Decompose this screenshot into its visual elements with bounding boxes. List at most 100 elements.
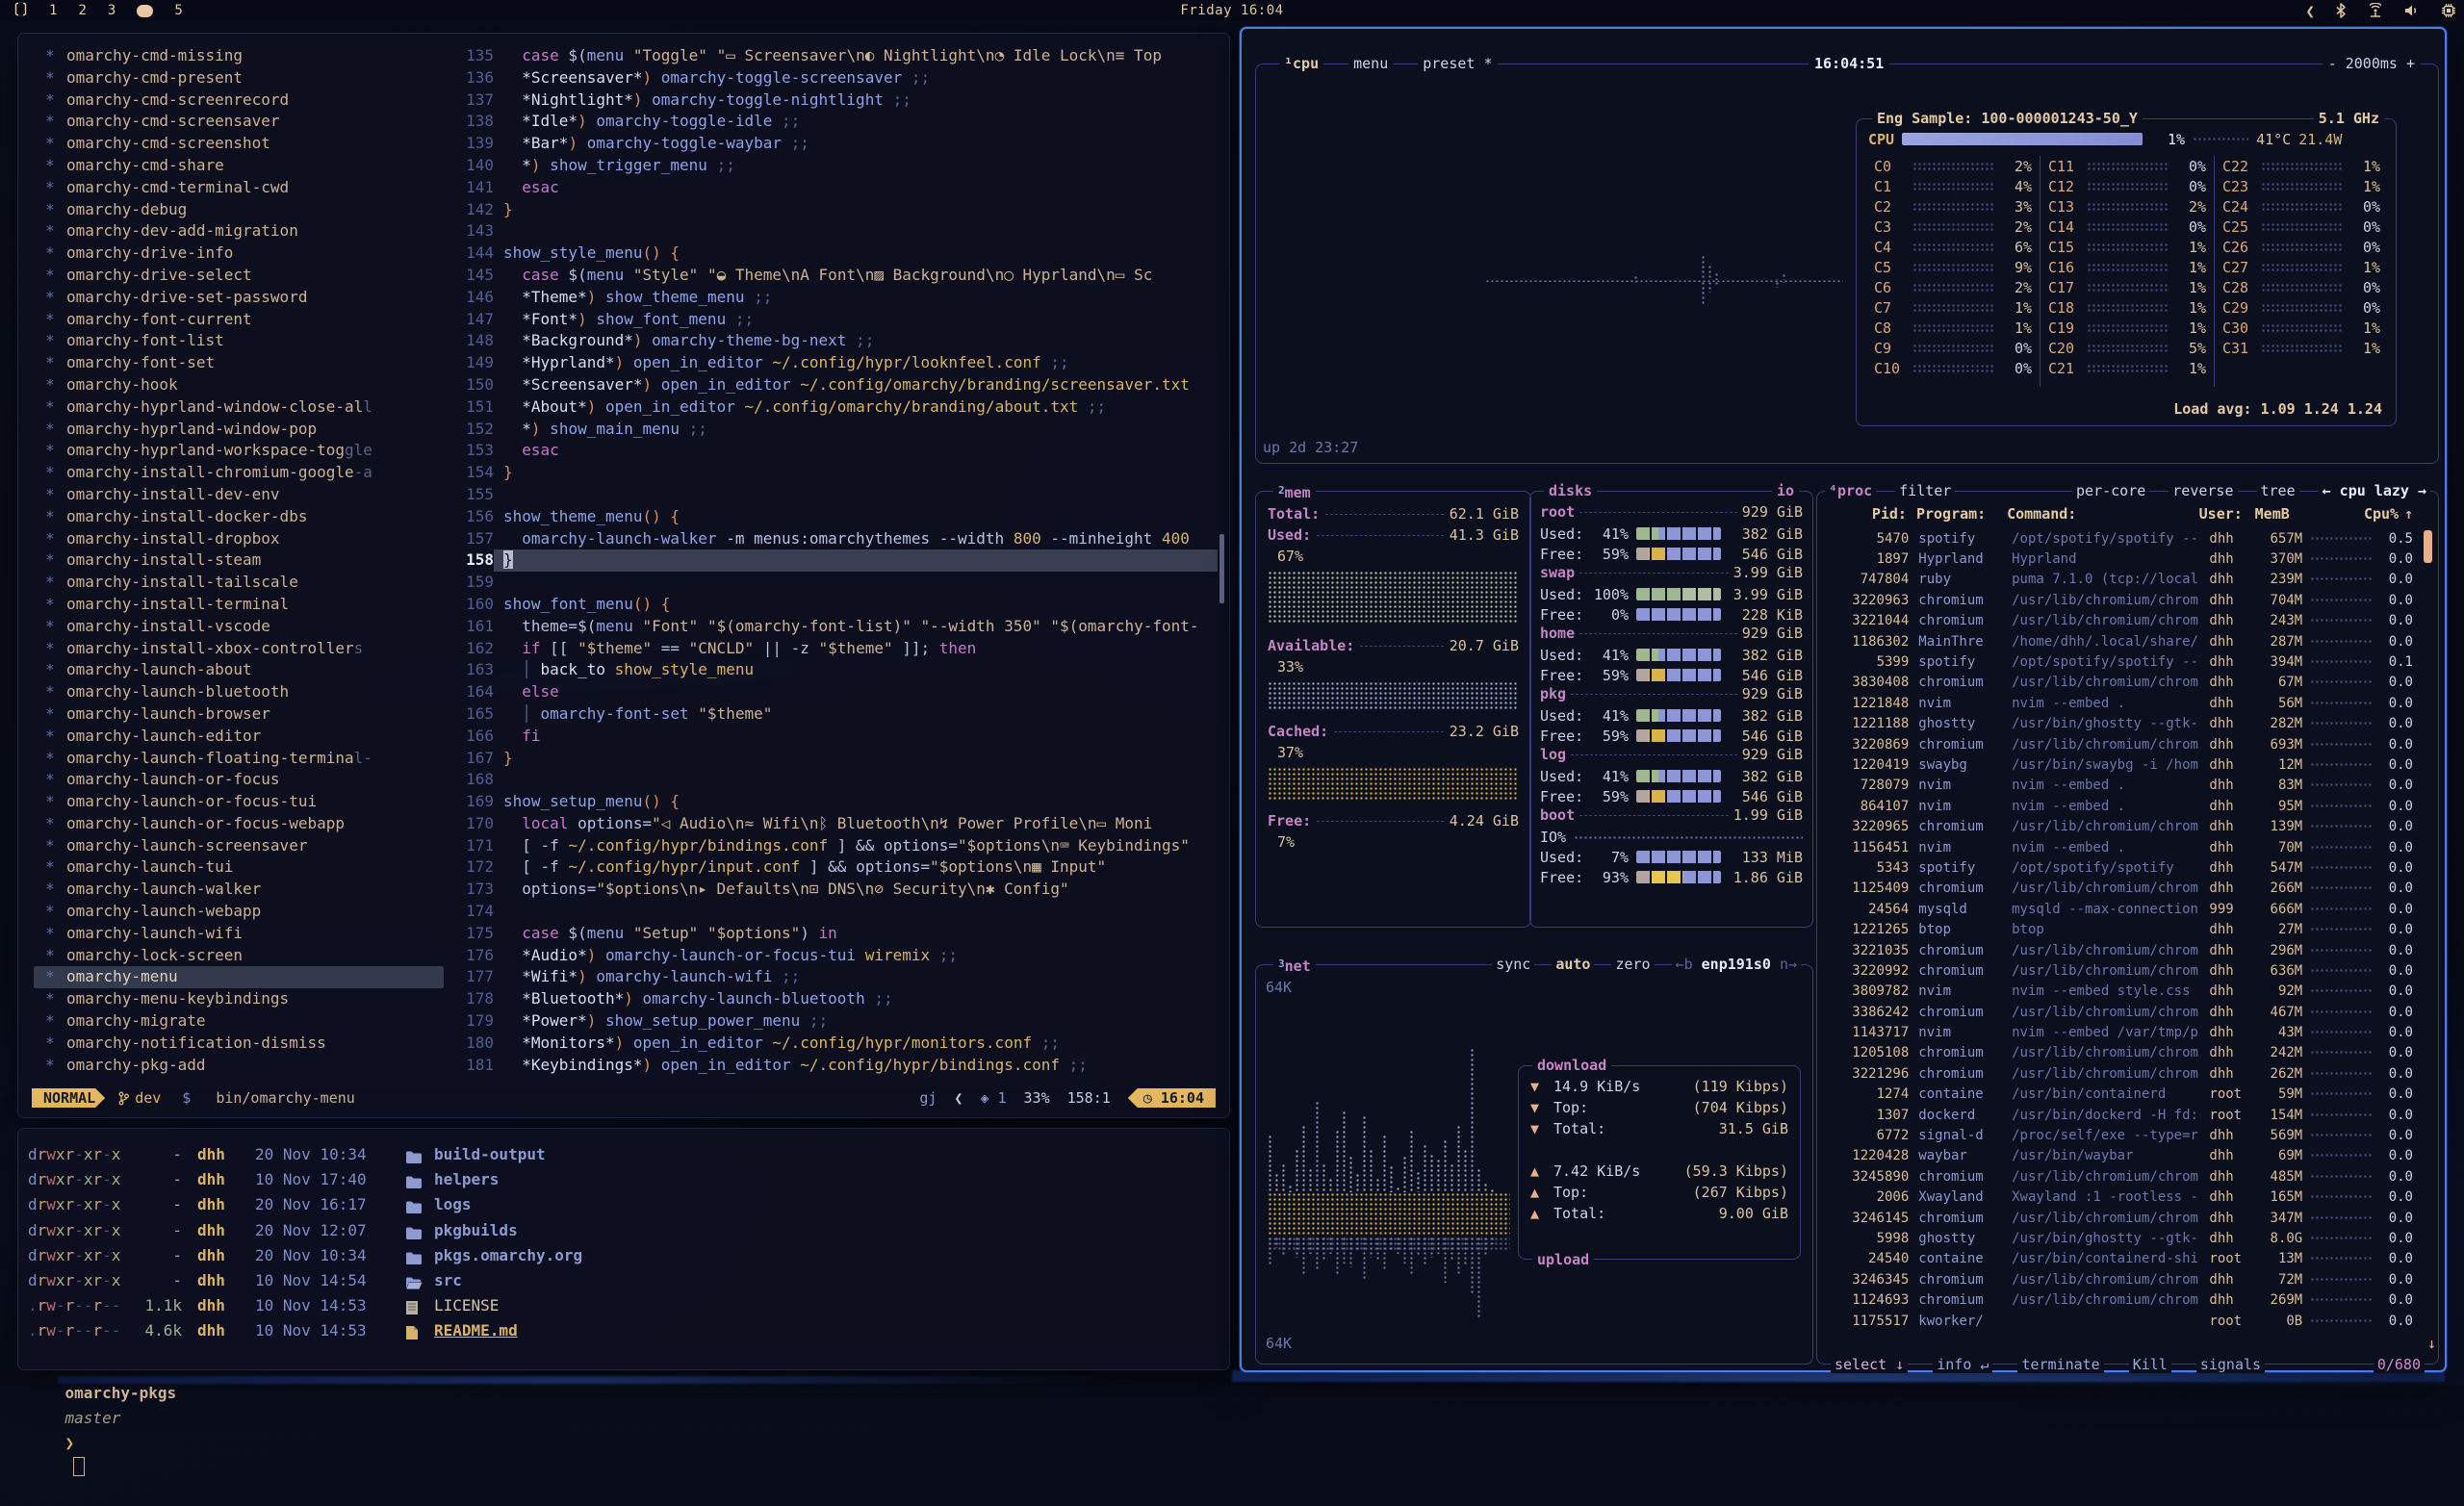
proc-action-select[interactable]: select ↓	[1831, 1356, 1908, 1373]
process-row[interactable]: 3220869chromium/usr/lib/chromium/chromdh…	[1829, 734, 2413, 754]
file-tree-item[interactable]: *omarchy-launch-walker	[34, 879, 444, 901]
file-tree-item[interactable]: *omarchy-lock-screen	[34, 945, 444, 967]
file-tree-item[interactable]: *omarchy-drive-set-password	[34, 287, 444, 309]
file-tree-item[interactable]: *omarchy-drive-select	[34, 265, 444, 287]
file-tree-item[interactable]: *omarchy-install-terminal	[34, 594, 444, 616]
file-tree-item[interactable]: *omarchy-cmd-screensaver	[34, 111, 444, 133]
editor-scrollbar[interactable]	[1219, 534, 1224, 603]
proc-title[interactable]: ⁴proc	[1825, 482, 1876, 499]
proc-sort-selector[interactable]: ← cpu lazy →	[2319, 482, 2430, 499]
col-user[interactable]: User:	[2199, 505, 2243, 525]
readme-link[interactable]: README.md	[434, 1318, 518, 1343]
file-tree-item[interactable]: *omarchy-install-dropbox	[34, 528, 444, 550]
scroll-down-icon[interactable]: ↓	[2427, 1335, 2436, 1352]
tab-cpu[interactable]: ¹cpu	[1279, 55, 1323, 72]
file-tree-item[interactable]: *omarchy-cmd-terminal-cwd	[34, 177, 444, 199]
proc-action-terminate[interactable]: terminate	[2017, 1356, 2103, 1373]
io-tab[interactable]: io	[1772, 482, 1799, 499]
file-tree-item[interactable]: *omarchy-launch-floating-terminal-	[34, 748, 444, 770]
col-cpu[interactable]: Cpu%	[2364, 505, 2399, 525]
net-auto-button[interactable]: auto	[1552, 956, 1594, 973]
process-row[interactable]: 1156451nvimnvim --embed .dhh70M0.0	[1829, 837, 2413, 857]
process-row[interactable]: 1124693chromium/usr/lib/chromium/chromdh…	[1829, 1289, 2413, 1310]
file-tree-item[interactable]: *omarchy-menu-keybindings	[34, 988, 444, 1010]
network-icon[interactable]	[2367, 3, 2384, 18]
disks-title[interactable]: disks	[1544, 482, 1597, 499]
file-tree-item[interactable]: *omarchy-launch-webapp	[34, 901, 444, 923]
file-tree-item[interactable]: *omarchy-cmd-screenrecord	[34, 89, 444, 112]
process-row[interactable]: 1221265btopbtopdhh27M0.0	[1829, 919, 2413, 939]
file-tree-item[interactable]: *omarchy-font-current	[34, 309, 444, 331]
proc-action-signals[interactable]: signals	[2196, 1356, 2265, 1373]
process-row[interactable]: 1143717nvimnvim --embed /var/tmp/pdhh43M…	[1829, 1022, 2413, 1042]
process-row[interactable]: 5343spotify/opt/spotify/spotifydhh547M0.…	[1829, 857, 2413, 878]
file-tree-item[interactable]: *omarchy-cmd-screenshot	[34, 133, 444, 155]
file-tree-item[interactable]: *omarchy-launch-browser	[34, 703, 444, 726]
process-row[interactable]: 1220419swaybg/usr/bin/swaybg -i /homdhh1…	[1829, 754, 2413, 775]
file-tree-item[interactable]: *omarchy-cmd-share	[34, 155, 444, 177]
process-row[interactable]: 6772signal-d/proc/self/exe --type=rdhh56…	[1829, 1125, 2413, 1145]
process-row[interactable]: 3220965chromium/usr/lib/chromium/chromdh…	[1829, 816, 2413, 836]
file-tree-item[interactable]: *omarchy-launch-or-focus-tui	[34, 791, 444, 813]
file-tree-item[interactable]: *omarchy-hyprland-workspace-toggle	[34, 440, 444, 462]
process-row[interactable]: 1897HyprlandHyprlanddhh370M0.0	[1829, 549, 2413, 569]
file-tree-item[interactable]: *omarchy-font-list	[34, 330, 444, 352]
file-tree-item[interactable]: *omarchy-cmd-present	[34, 67, 444, 89]
file-tree-item[interactable]: *omarchy-notification-dismiss	[34, 1033, 444, 1055]
net-interface[interactable]: ←b enp191s0 n→	[1672, 956, 1801, 973]
process-row[interactable]: 1175517kworker/root0B0.0	[1829, 1311, 2413, 1331]
file-tree-item[interactable]: *omarchy-drive-info	[34, 242, 444, 265]
process-row[interactable]: 5470spotify/opt/spotify/spotify --dhh657…	[1829, 528, 2413, 549]
file-tree-item[interactable]: *omarchy-install-vscode	[34, 616, 444, 638]
chip-icon[interactable]	[2441, 3, 2456, 18]
process-row[interactable]: 1186302MainThre/home/dhh/.local/share/dh…	[1829, 631, 2413, 651]
process-row[interactable]: 24564mysqldmysqld --max-connection999666…	[1829, 899, 2413, 919]
process-row[interactable]: 3809782nvimnvim --embed style.cssdhh92M0…	[1829, 982, 2413, 1002]
code-pane[interactable]: case $(menu "Toggle" "▭ Screensaver\n◐ N…	[503, 45, 1219, 1076]
proc-tree-button[interactable]: tree	[2257, 482, 2299, 499]
process-row[interactable]: 3221296chromium/usr/lib/chromium/chromdh…	[1829, 1063, 2413, 1084]
process-row[interactable]: 3830408chromium/usr/lib/chromium/chromdh…	[1829, 673, 2413, 693]
file-tree-item[interactable]: *omarchy-hook	[34, 374, 444, 396]
process-row[interactable]: 3221044chromium/usr/lib/chromium/chromdh…	[1829, 611, 2413, 631]
process-row[interactable]: 3245890chromium/usr/lib/chromium/chromdh…	[1829, 1166, 2413, 1187]
process-row[interactable]: 1205108chromium/usr/lib/chromium/chromdh…	[1829, 1043, 2413, 1063]
proc-percore-button[interactable]: per-core	[2072, 482, 2149, 499]
process-row[interactable]: 1274containe/usr/bin/containerdroot59M0.…	[1829, 1085, 2413, 1105]
file-tree-item[interactable]: *omarchy-launch-screensaver	[34, 835, 444, 857]
col-pid[interactable]: Pid:	[1829, 505, 1907, 525]
file-tree-item[interactable]: *omarchy-launch-or-focus-webapp	[34, 813, 444, 835]
net-title[interactable]: net	[1285, 957, 1311, 975]
process-row[interactable]: 864107nvimnvim --embed .dhh95M0.0	[1829, 796, 2413, 816]
process-row[interactable]: 1221848nvimnvim --embed .dhh56M0.0	[1829, 693, 2413, 713]
net-sync-button[interactable]: sync	[1492, 956, 1534, 973]
shell-prompt[interactable]: omarchy-pkgs master ❯	[28, 1356, 186, 1381]
chevron-left-icon[interactable]: ❮	[2305, 2, 2315, 20]
process-row[interactable]: 1220428waybar/usr/bin/waybardhh69M0.0	[1829, 1146, 2413, 1166]
col-program[interactable]: Program:	[1916, 505, 2007, 525]
process-row[interactable]: 5998ghostty/usr/bin/ghostty --gtk-dhh8.0…	[1829, 1228, 2413, 1248]
process-row[interactable]: 1125409chromium/usr/lib/chromium/chromdh…	[1829, 879, 2413, 899]
process-row[interactable]: 3246145chromium/usr/lib/chromium/chromdh…	[1829, 1208, 2413, 1228]
proc-scrollbar[interactable]	[2424, 530, 2432, 563]
proc-reverse-button[interactable]: reverse	[2169, 482, 2237, 499]
volume-icon[interactable]	[2404, 3, 2421, 18]
file-tree-item[interactable]: *omarchy-install-docker-dbs	[34, 506, 444, 528]
process-row[interactable]: 5399spotify/opt/spotify/spotify --dhh394…	[1829, 651, 2413, 672]
file-tree-item[interactable]: *omarchy-pkg-add	[34, 1055, 444, 1077]
file-tree-item[interactable]: *omarchy-cmd-missing	[34, 45, 444, 67]
bluetooth-icon[interactable]	[2335, 3, 2347, 18]
process-row[interactable]: 2006XwaylandXwayland :1 -rootless -dhh16…	[1829, 1187, 2413, 1208]
file-tree-item[interactable]: *omarchy-hyprland-window-close-all	[34, 396, 444, 419]
process-row[interactable]: 3220992chromium/usr/lib/chromium/chromdh…	[1829, 960, 2413, 981]
col-command[interactable]: Command:	[2007, 505, 2199, 525]
file-tree-item[interactable]: *omarchy-install-dev-env	[34, 484, 444, 506]
file-tree-item[interactable]: *omarchy-launch-editor	[34, 726, 444, 748]
mem-title[interactable]: mem	[1285, 484, 1311, 501]
file-tree-item[interactable]: *omarchy-launch-bluetooth	[34, 681, 444, 703]
proc-action-kill[interactable]: Kill	[2129, 1356, 2171, 1373]
file-tree-item[interactable]: *omarchy-install-tailscale	[34, 572, 444, 594]
refresh-interval[interactable]: - 2000ms +	[2323, 55, 2421, 72]
btop-preset-button[interactable]: preset *	[1418, 55, 1497, 72]
btop-menu-button[interactable]: menu	[1348, 55, 1393, 72]
